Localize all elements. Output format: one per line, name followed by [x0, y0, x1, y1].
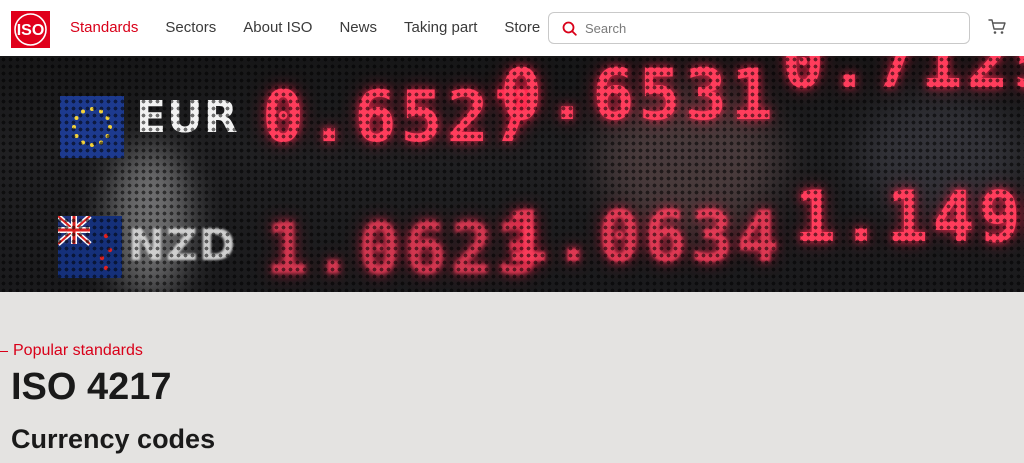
rate-display: 1.1496	[794, 176, 1024, 258]
currency-code-nzd: NZD	[128, 220, 237, 271]
iso-logo[interactable]: ISO	[11, 11, 50, 48]
eu-flag-icon	[60, 96, 124, 158]
currency-code-eur: EUR	[136, 92, 239, 143]
nav-item-standards[interactable]: Standards	[70, 18, 138, 38]
search-icon[interactable]	[562, 21, 577, 36]
search-box[interactable]	[548, 12, 970, 44]
page-title: ISO 4217	[11, 366, 172, 408]
rate-display: 0.6531	[500, 56, 777, 136]
search-input[interactable]	[585, 14, 955, 42]
nav-item-sectors[interactable]: Sectors	[165, 18, 216, 38]
rate-display: 1.0634	[506, 196, 783, 278]
main-nav: Standards Sectors About ISO News Taking …	[70, 18, 540, 38]
nav-item-news[interactable]: News	[339, 18, 377, 38]
hero-banner: EUR NZD 0.6527 0.6531 0.7125 1.0623 1.06…	[0, 56, 1024, 292]
nz-flag-icon	[58, 216, 122, 278]
rate-display: 0.7125	[782, 56, 1024, 104]
rate-display: 0.6527	[262, 76, 539, 158]
svg-text:ISO: ISO	[17, 22, 45, 39]
nav-item-about-iso[interactable]: About ISO	[243, 18, 312, 38]
site-header: ISO Standards Sectors About ISO News Tak…	[0, 0, 1024, 56]
section-eyebrow[interactable]: Popular standards	[13, 342, 143, 360]
rate-display: 1.0623	[266, 208, 543, 290]
page-subtitle: Currency codes	[11, 424, 216, 454]
nav-item-store[interactable]: Store	[504, 18, 540, 38]
cart-icon[interactable]	[988, 18, 1006, 35]
iso-logo-mark: ISO	[14, 13, 47, 46]
eyebrow-rule	[0, 351, 8, 352]
nav-item-taking-part[interactable]: Taking part	[404, 18, 477, 38]
